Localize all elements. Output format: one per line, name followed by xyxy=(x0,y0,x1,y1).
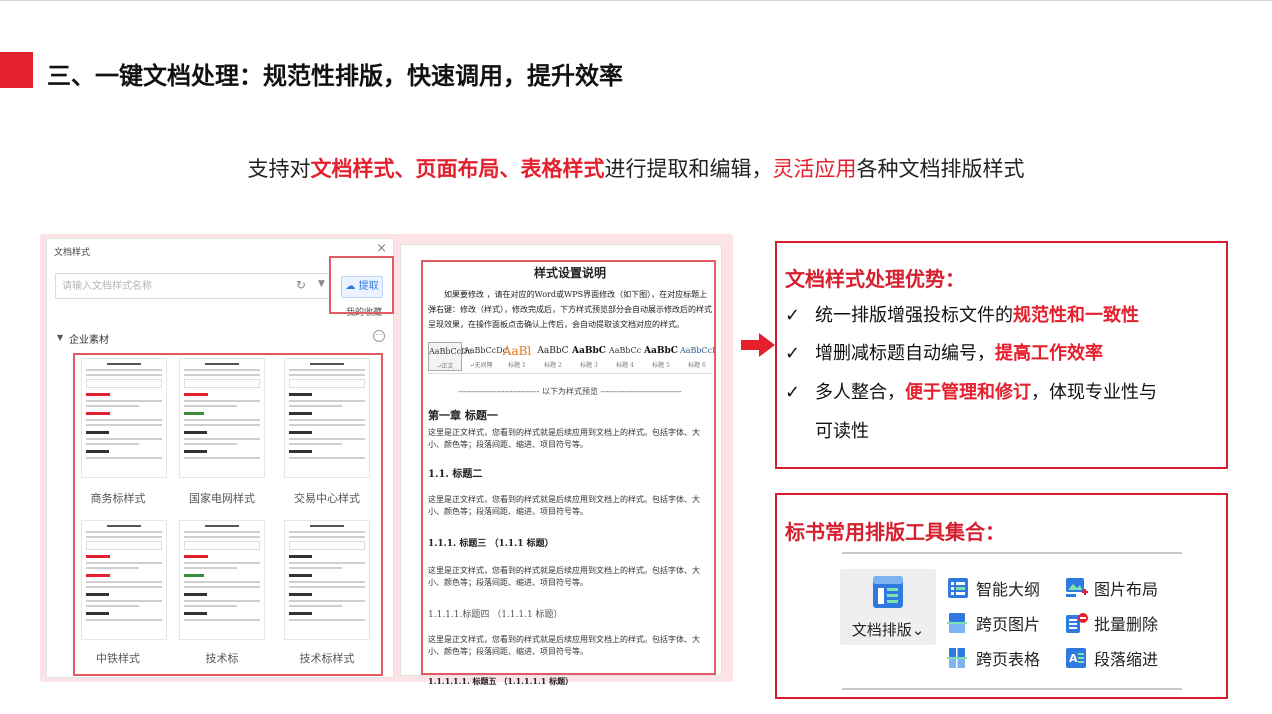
paragraph-indent-icon: A xyxy=(1066,648,1086,668)
advantages-box: 文档样式处理优势： ✓ 统一排版增强投标文件的规范性和一致性 ✓ 增删减标题自动编号… xyxy=(775,241,1228,469)
right-arrow-icon xyxy=(741,333,775,357)
more-icon[interactable]: ··· xyxy=(373,330,385,342)
subtitle: 支持对文档样式、页面布局、表格样式进行提取和编辑，灵活应用各种文档排版样式 xyxy=(0,153,1272,183)
tool-label: 批量删除 xyxy=(1094,615,1159,634)
group-label[interactable]: 企业素材 xyxy=(69,331,109,346)
subtitle-part-1: 支持对 xyxy=(247,157,311,181)
checkmark-icon: ✓ xyxy=(785,382,801,403)
dialog-title: 文档样式 xyxy=(54,248,91,258)
doc-layout-icon xyxy=(873,576,903,608)
tools-title: 标书常用排版工具集合： xyxy=(785,520,1005,544)
checkmark-icon: ✓ xyxy=(785,305,801,326)
subtitle-part-3: 各种文档排版样式 xyxy=(856,157,1025,181)
subtitle-highlight-1: 文档样式、页面布局、表格样式 xyxy=(310,157,605,181)
chevron-down-icon: ⌄ xyxy=(911,621,925,639)
advantage-highlight: 便于管理和修订 xyxy=(905,382,1031,403)
doc-heading-5: 1.1.1.1.1. 标题五 （1.1.1.1.1 标题） xyxy=(428,676,574,686)
advantage-highlight: 规范性和一致性 xyxy=(1013,305,1139,326)
advantages-title: 文档样式处理优势： xyxy=(785,267,965,291)
highlight-frame-document xyxy=(421,260,716,675)
subtitle-highlight-2: 灵活应用 xyxy=(772,157,857,181)
chevron-down-icon[interactable]: ▼ xyxy=(318,279,325,289)
subtitle-part-2: 进行提取和编辑， xyxy=(604,157,773,181)
refresh-icon[interactable]: ↻ xyxy=(296,278,306,292)
advantage-text-tail: ，体现专业性与 xyxy=(1031,382,1157,403)
doc-layout-button[interactable]: 文档排版⌄ xyxy=(840,569,936,645)
advantage-highlight: 提高工作效率 xyxy=(995,343,1103,364)
advantage-text: 多人整合， xyxy=(815,382,905,403)
cross-page-image-icon xyxy=(947,613,967,633)
style-search-box: ↻ ▼ xyxy=(55,273,331,299)
divider xyxy=(842,552,1182,554)
tool-label: 段落缩进 xyxy=(1094,650,1159,669)
advantage-text: 增删减标题自动编号， xyxy=(815,343,995,364)
outline-icon xyxy=(948,578,968,598)
collapse-arrow-icon[interactable]: ▼ xyxy=(57,333,63,342)
tools-box: 标书常用排版工具集合： 文档排版⌄ 智能大纲 图片布局 跨页图片 批量删除 跨页… xyxy=(775,493,1228,699)
highlight-frame-extract xyxy=(329,256,394,314)
advantage-item: ✓ 统一排版增强投标文件的规范性和一致性 xyxy=(785,301,1139,327)
doc-layout-text: 文档排版 xyxy=(851,621,912,639)
title-accent-bar xyxy=(0,52,33,88)
advantage-item: ✓ 增删减标题自动编号，提高工作效率 xyxy=(785,339,1103,365)
tool-label: 图片布局 xyxy=(1094,580,1159,599)
advantage-text: 统一排版增强投标文件的 xyxy=(815,305,1013,326)
doc-layout-label: 文档排版⌄ xyxy=(840,619,936,640)
highlight-frame-templates xyxy=(73,353,383,676)
cross-page-table-icon xyxy=(947,648,967,668)
style-search-input[interactable] xyxy=(56,274,286,298)
batch-delete-icon xyxy=(1066,613,1088,633)
image-layout-icon xyxy=(1066,578,1088,597)
tool-label: 跨页图片 xyxy=(976,615,1041,634)
svg-text:A: A xyxy=(1069,652,1078,665)
tool-label: 智能大纲 xyxy=(976,580,1041,599)
top-rule xyxy=(0,0,1272,1)
advantage-continuation: 可读性 xyxy=(815,421,869,442)
checkmark-icon: ✓ xyxy=(785,343,801,364)
tool-label: 跨页表格 xyxy=(976,650,1041,669)
advantage-item: ✓ 多人整合，便于管理和修订，体现专业性与 xyxy=(785,378,1157,404)
divider xyxy=(842,688,1182,690)
close-icon[interactable]: × xyxy=(376,241,387,256)
slide-title: 三、一键文档处理：规范性排版，快速调用，提升效率 xyxy=(47,62,623,90)
